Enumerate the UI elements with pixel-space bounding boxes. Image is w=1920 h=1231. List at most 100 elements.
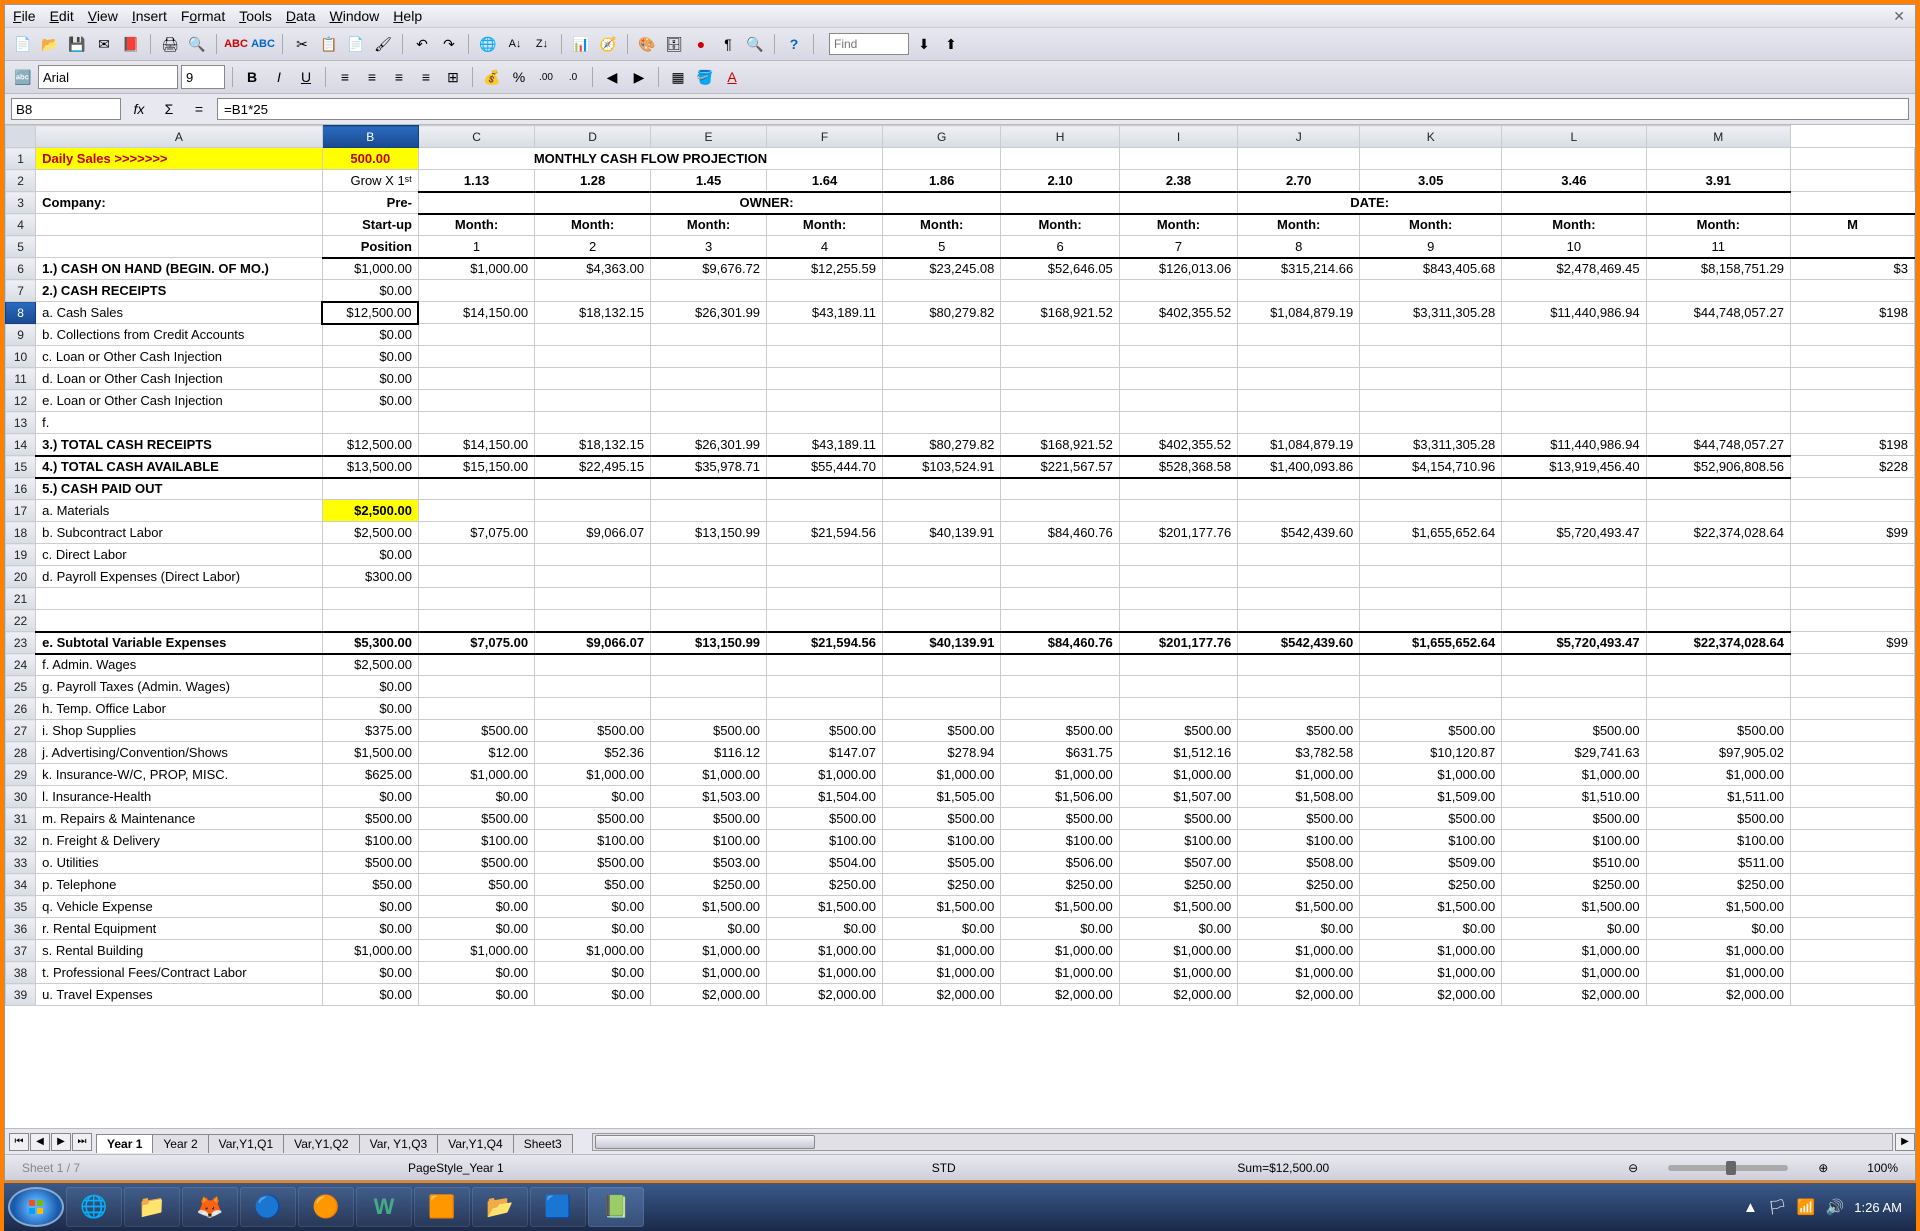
cell-L36[interactable]: $0.00 [1502,918,1646,940]
cell-J12[interactable] [1238,390,1360,412]
cell-L14[interactable]: $11,440,986.94 [1502,434,1646,456]
cell-K9[interactable] [1360,324,1502,346]
cell-B36[interactable]: $0.00 [322,918,418,940]
font-name-input[interactable] [38,65,178,89]
cell-G6[interactable]: $23,245.08 [883,258,1001,280]
cell-M36[interactable]: $0.00 [1646,918,1790,940]
cell-J30[interactable]: $1,508.00 [1238,786,1360,808]
cell-I33[interactable]: $507.00 [1119,852,1237,874]
cell-D15[interactable]: $22,495.15 [535,456,651,478]
cell-G18[interactable]: $40,139.91 [883,522,1001,544]
cell-K22[interactable] [1360,610,1502,632]
cell-G26[interactable] [883,698,1001,720]
cell-C27[interactable]: $500.00 [418,720,534,742]
format-paint-icon[interactable]: 🖌 [371,32,395,56]
cell-I25[interactable] [1119,676,1237,698]
cell-C13[interactable] [418,412,534,434]
cell-L17[interactable] [1502,500,1646,522]
cell-M38[interactable]: $1,000.00 [1646,962,1790,984]
cell-J28[interactable]: $3,782.58 [1238,742,1360,764]
cell-H22[interactable] [1001,610,1119,632]
cell-A39[interactable]: u. Travel Expenses [36,984,323,1006]
cell-D31[interactable]: $500.00 [535,808,651,830]
cell-A32[interactable]: n. Freight & Delivery [36,830,323,852]
column-header-M[interactable]: M [1646,126,1790,148]
cell-H16[interactable] [1001,478,1119,500]
cell-F13[interactable] [767,412,883,434]
cell-E35[interactable]: $1,500.00 [651,896,767,918]
cell-G37[interactable]: $1,000.00 [883,940,1001,962]
sheet-tab-year-2[interactable]: Year 2 [152,1134,208,1153]
row-header-30[interactable]: 30 [6,786,36,808]
cell-M27[interactable]: $500.00 [1646,720,1790,742]
row-header-31[interactable]: 31 [6,808,36,830]
cell-J37[interactable]: $1,000.00 [1238,940,1360,962]
cell-B34[interactable]: $50.00 [322,874,418,896]
cell-K21[interactable] [1360,588,1502,610]
cell-D13[interactable] [535,412,651,434]
cell-I16[interactable] [1119,478,1237,500]
cell-B39[interactable]: $0.00 [322,984,418,1006]
cell-D29[interactable]: $1,000.00 [535,764,651,786]
cell-B9[interactable]: $0.00 [322,324,418,346]
cell-M12[interactable] [1646,390,1790,412]
cell-K16[interactable] [1360,478,1502,500]
tab-prev-icon[interactable]: ◀ [30,1133,50,1151]
cell-H36[interactable]: $0.00 [1001,918,1119,940]
cell-D10[interactable] [535,346,651,368]
cell-I13[interactable] [1119,412,1237,434]
cell-J8[interactable]: $1,084,879.19 [1238,302,1360,324]
cell-F6[interactable]: $12,255.59 [767,258,883,280]
column-header-L[interactable]: L [1502,126,1646,148]
row-header-35[interactable]: 35 [6,896,36,918]
cell-A16[interactable]: 5.) CASH PAID OUT [36,478,323,500]
row-header-32[interactable]: 32 [6,830,36,852]
row-header-17[interactable]: 17 [6,500,36,522]
menu-help[interactable]: Help [393,8,422,24]
spellcheck-icon[interactable]: ABC [224,32,248,56]
cell-A36[interactable]: r. Rental Equipment [36,918,323,940]
cell-E24[interactable] [651,654,767,676]
cell-B14[interactable]: $12,500.00 [322,434,418,456]
cell-F34[interactable]: $250.00 [767,874,883,896]
cell-A27[interactable]: i. Shop Supplies [36,720,323,742]
cell-I30[interactable]: $1,507.00 [1119,786,1237,808]
cell-I27[interactable]: $500.00 [1119,720,1237,742]
copy-icon[interactable]: 📋 [317,32,341,56]
cell-A19[interactable]: c. Direct Labor [36,544,323,566]
cell-L33[interactable]: $510.00 [1502,852,1646,874]
cell-M28[interactable]: $97,905.02 [1646,742,1790,764]
menu-file[interactable]: File [13,8,36,24]
sheet-tab-var-y1-q4[interactable]: Var,Y1,Q4 [437,1134,513,1153]
cell-B28[interactable]: $1,500.00 [322,742,418,764]
cell-K36[interactable]: $0.00 [1360,918,1502,940]
cell-F21[interactable] [767,588,883,610]
cell-C24[interactable] [418,654,534,676]
zoom-out-icon[interactable]: ⊖ [1628,1161,1638,1175]
cell-M8[interactable]: $44,748,057.27 [1646,302,1790,324]
cell-M29[interactable]: $1,000.00 [1646,764,1790,786]
cell-C33[interactable]: $500.00 [418,852,534,874]
cell-K29[interactable]: $1,000.00 [1360,764,1502,786]
tab-last-icon[interactable]: ⏭ [72,1133,92,1151]
cell-K10[interactable] [1360,346,1502,368]
find-input[interactable] [829,33,909,55]
cell-J34[interactable]: $250.00 [1238,874,1360,896]
cell-C16[interactable] [418,478,534,500]
cell-J9[interactable] [1238,324,1360,346]
cell-H15[interactable]: $221,567.57 [1001,456,1119,478]
cell-C30[interactable]: $0.00 [418,786,534,808]
cell-A31[interactable]: m. Repairs & Maintenance [36,808,323,830]
cell-A9[interactable]: b. Collections from Credit Accounts [36,324,323,346]
cell-G17[interactable] [883,500,1001,522]
row-header-24[interactable]: 24 [6,654,36,676]
cell-B10[interactable]: $0.00 [322,346,418,368]
cell-L25[interactable] [1502,676,1646,698]
cell-H6[interactable]: $52,646.05 [1001,258,1119,280]
cell-E39[interactable]: $2,000.00 [651,984,767,1006]
cell-M35[interactable]: $1,500.00 [1646,896,1790,918]
cell-C39[interactable]: $0.00 [418,984,534,1006]
styles-icon[interactable]: 🔤 [11,65,35,89]
cell-D32[interactable]: $100.00 [535,830,651,852]
cell-H28[interactable]: $631.75 [1001,742,1119,764]
